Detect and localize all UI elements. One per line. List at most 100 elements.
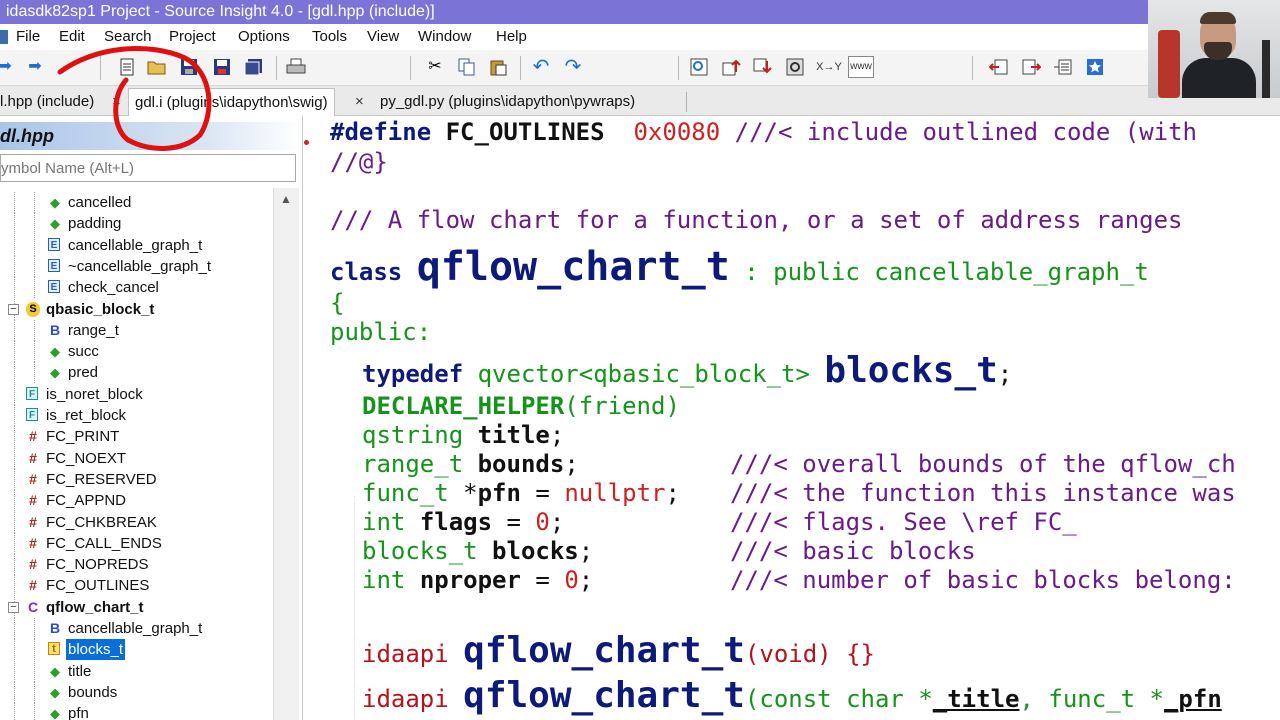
cut-icon[interactable]: ✂ <box>424 56 446 78</box>
window-title-bar[interactable]: idasdk82sp1 Project - Source Insight 4.0… <box>0 0 1148 24</box>
tree-item[interactable]: ◆ succ <box>0 341 273 363</box>
jump-next-icon[interactable] <box>1020 56 1042 78</box>
save-icon[interactable] <box>178 56 200 78</box>
new-file-icon[interactable] <box>116 56 138 78</box>
tree-guide-line <box>14 341 15 363</box>
tree-item[interactable]: Brange_t <box>0 319 273 341</box>
menu-options[interactable]: Options <box>238 24 290 50</box>
tree-item[interactable]: # FC_NOEXT <box>0 447 273 469</box>
paste-icon[interactable] <box>487 56 509 78</box>
menu-file[interactable]: File <box>16 24 40 50</box>
undo-icon[interactable]: ↶ <box>530 56 552 78</box>
save-as-icon[interactable] <box>211 56 233 78</box>
menu-view[interactable]: View <box>367 24 399 50</box>
symbol-tree-scrollbar[interactable]: ▲ <box>273 188 299 720</box>
tree-item[interactable]: E ~cancellable_graph_t <box>0 255 273 277</box>
back-arrow-icon[interactable]: ➡ <box>0 56 16 78</box>
print-icon[interactable] <box>285 56 307 78</box>
tree-item[interactable]: ◆ cancelled <box>0 192 273 213</box>
tab-gdl-hpp[interactable]: l.hpp (include) <box>0 88 100 116</box>
tree-item-label: check_cancel <box>68 279 159 297</box>
webcam-mic-arm <box>1262 40 1270 98</box>
tab-close-icon[interactable]: × <box>355 88 364 116</box>
symbol-name-search-input[interactable] <box>0 154 296 182</box>
tree-item[interactable]: Bcancellable_graph_t <box>0 618 273 639</box>
tree-item[interactable]: # FC_OUTLINES <box>0 575 273 597</box>
menu-project[interactable]: Project <box>169 24 216 50</box>
code-line: //@} <box>330 147 388 177</box>
menu-edit[interactable]: Edit <box>59 24 85 50</box>
tree-item-label: range_t <box>68 321 119 339</box>
macro-call: DECLARE_HELPER <box>362 392 565 420</box>
tab-close-icon[interactable]: × <box>112 88 121 116</box>
file-tab-bar: l.hpp (include) × gdl.i (plugins\idapyth… <box>0 86 1280 116</box>
browse-web-icon[interactable]: www <box>848 56 874 78</box>
macro-args: (friend) <box>564 392 680 420</box>
tree-item[interactable]: ◆ bounds <box>0 681 273 703</box>
copy-icon[interactable] <box>456 56 478 78</box>
find-icon[interactable] <box>688 56 710 78</box>
search-project-icon[interactable] <box>784 56 806 78</box>
tree-item[interactable]: Ecancellable_graph_t <box>0 234 273 256</box>
open-folder-icon[interactable] <box>146 56 168 78</box>
tree-item[interactable]: ◆ padding <box>0 213 273 235</box>
menu-help[interactable]: Help <box>496 24 527 50</box>
tree-collapse-icon[interactable]: − <box>8 601 19 613</box>
forward-arrow-icon[interactable]: ➡ <box>24 56 46 78</box>
symbol-window-icon[interactable] <box>1052 56 1074 78</box>
save-all-icon[interactable] <box>243 56 265 78</box>
tree-item-label: is_ret_block <box>46 407 127 424</box>
menu-search[interactable]: Search <box>104 24 152 50</box>
method-symbol-icon: E <box>48 280 60 294</box>
tree-item[interactable]: − Sqbasic_block_t <box>0 298 273 320</box>
menu-window[interactable]: Window <box>418 24 471 50</box>
tree-guide-line <box>34 319 35 341</box>
type-name: range_t <box>362 450 464 478</box>
indent-guide <box>354 496 355 720</box>
code-comment: ///< number of basic blocks belong: <box>730 565 1236 595</box>
code-line: range_t bounds; <box>362 449 579 479</box>
tree-item[interactable]: # FC_NOPREDS <box>0 554 273 576</box>
diamond-symbol-icon: ◆ <box>50 663 60 679</box>
tree-item[interactable]: # FC_PRINT <box>0 426 273 448</box>
tree-collapse-icon[interactable]: − <box>8 303 19 315</box>
tree-guide-line <box>14 213 15 235</box>
tree-guide-line <box>34 639 35 661</box>
search-up-icon[interactable] <box>721 56 743 78</box>
tree-guide-line <box>34 660 35 682</box>
menu-tools[interactable]: Tools <box>312 24 347 50</box>
type-name: int <box>362 566 406 594</box>
diamond-symbol-icon: ◆ <box>50 344 60 360</box>
tree-item[interactable]: # FC_CALL_ENDS <box>0 532 273 554</box>
tree-item[interactable]: # FC_RESERVED <box>0 468 273 490</box>
member-name: blocks <box>492 537 579 565</box>
tree-item-label: bounds <box>68 683 118 701</box>
tree-item[interactable]: ◆ pred <box>0 362 273 384</box>
tree-item[interactable]: ◆ title <box>0 660 273 682</box>
tree-item[interactable]: t blocks_t <box>0 639 273 661</box>
code-line: class qflow_chart_t : public cancellable… <box>330 244 1149 295</box>
tree-item[interactable]: Fis_noret_block <box>0 383 273 405</box>
tree-item-label: title <box>68 662 92 680</box>
tab-py-gdl-py[interactable]: py_gdl.py (plugins\idapython\pywraps) <box>374 88 641 116</box>
tab-gdl-i[interactable]: gdl.i (plugins\idapython\swig) <box>128 88 335 116</box>
jump-prev-icon[interactable] <box>988 56 1010 78</box>
typedef-symbol-icon: t <box>48 642 60 656</box>
tree-item[interactable]: − Cqflow_chart_t <box>0 596 273 618</box>
tree-item[interactable]: ◆ pfn <box>0 703 273 720</box>
system-menu-icon[interactable] <box>0 30 8 44</box>
bookmark-icon[interactable] <box>1084 56 1106 78</box>
code-editor[interactable]: #define FC_OUTLINES 0x0080 ///< include … <box>304 116 1280 720</box>
scroll-up-icon[interactable]: ▲ <box>280 192 292 206</box>
tree-item[interactable]: # FC_APPND <box>0 490 273 512</box>
code-line: func_t *pfn = nullptr; <box>362 478 680 508</box>
search-down-icon[interactable] <box>752 56 774 78</box>
tree-item[interactable]: Echeck_cancel <box>0 277 273 299</box>
tree-item[interactable]: # FC_CHKBREAK <box>0 511 273 533</box>
redo-icon[interactable]: ↷ <box>562 56 584 78</box>
doc-comment: ///< number of basic blocks belong: <box>730 566 1236 594</box>
tree-item[interactable]: Fis_ret_block <box>0 405 273 426</box>
tree-guide-line <box>14 532 15 554</box>
field-symbol-icon: B <box>49 620 61 636</box>
replace-icon[interactable]: X→Y <box>816 56 842 78</box>
